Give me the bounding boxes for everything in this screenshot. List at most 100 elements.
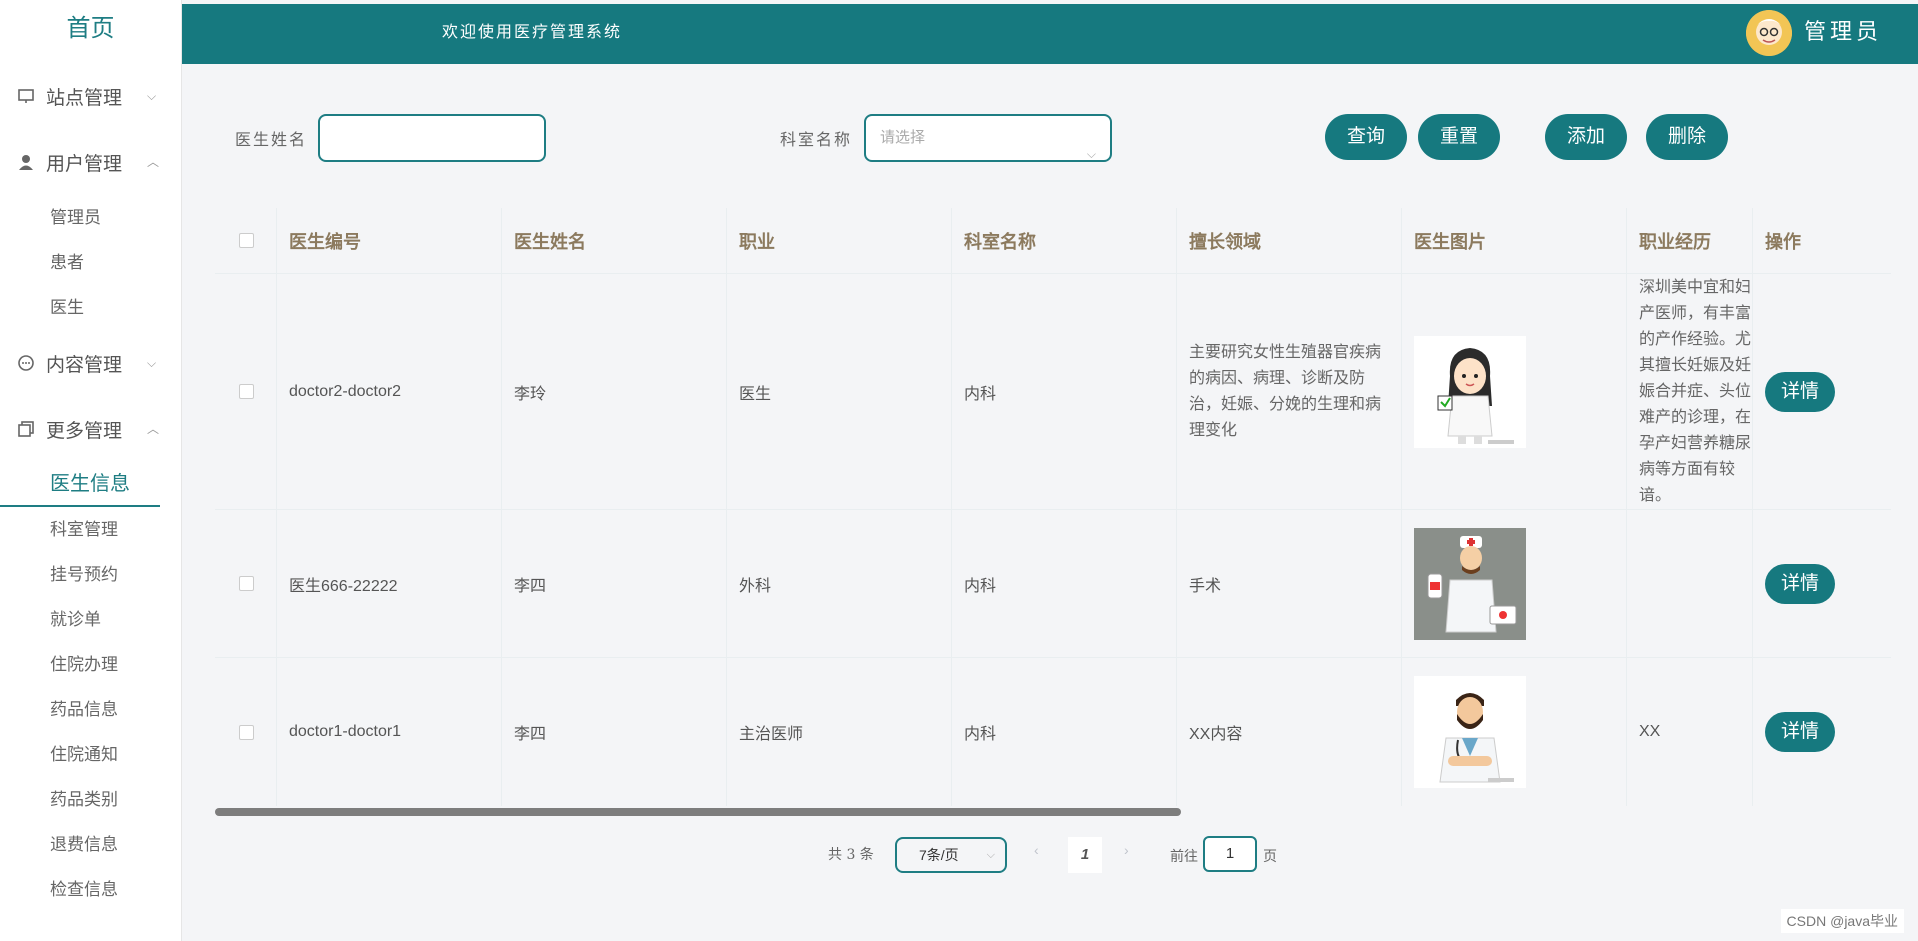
reset-button[interactable]: 重置 bbox=[1418, 114, 1500, 160]
sidebar: 首页 站点管理 ⌵ 用户管理 ︿ 管理员 患者 医生 内容管理 ⌵ 更多管理 ︿… bbox=[0, 0, 182, 941]
select-all-checkbox[interactable] bbox=[239, 233, 254, 248]
header-cell[interactable]: 职业 bbox=[727, 208, 952, 273]
watermark: CSDN @java毕业 bbox=[1780, 909, 1904, 933]
cell-doctor-id: 医生666-22222 bbox=[277, 510, 502, 657]
cell-job: 主治医师 bbox=[727, 658, 952, 806]
table-row: doctor2-doctor2 李玲 医生 内科 主要研究女性生殖器官疾病的病因… bbox=[215, 274, 1891, 510]
sidebar-item-visit[interactable]: 就诊单 bbox=[0, 597, 181, 642]
experience-text: 深圳美中宜和妇产医师，有丰富的产作经验。尤其擅长妊娠及妊娠合并症、头位难产的诊理… bbox=[1639, 278, 1752, 504]
cell-experience: XX bbox=[1627, 658, 1753, 806]
sidebar-item-admission-notice[interactable]: 住院通知 bbox=[0, 732, 181, 777]
chevron-up-icon: ︿ bbox=[147, 422, 160, 436]
header-cell[interactable]: 职业经历 bbox=[1627, 208, 1753, 273]
table-row: doctor1-doctor1 李四 主治医师 内科 XX内容 XX 详情 bbox=[215, 658, 1891, 806]
cell-experience bbox=[1627, 510, 1753, 657]
dept-placeholder: 请选择 bbox=[880, 129, 926, 146]
sidebar-group-site[interactable]: 站点管理 ⌵ bbox=[0, 63, 181, 129]
sidebar-item-registration[interactable]: 挂号预约 bbox=[0, 552, 181, 597]
cell-job: 医生 bbox=[727, 274, 952, 509]
cell-action: 详情 bbox=[1753, 274, 1891, 509]
chat-icon bbox=[16, 353, 36, 373]
cell-action: 详情 bbox=[1753, 658, 1891, 806]
sidebar-item-doctor[interactable]: 医生 bbox=[0, 285, 181, 330]
doctor-photo-female[interactable] bbox=[1414, 335, 1526, 448]
sidebar-item-admin[interactable]: 管理员 bbox=[0, 195, 181, 240]
dept-select[interactable]: 请选择 ⌵ bbox=[864, 114, 1112, 162]
detail-button[interactable]: 详情 bbox=[1765, 371, 1835, 412]
row-checkbox[interactable] bbox=[239, 384, 254, 399]
page-size-select[interactable]: 7条/页 ⌵ bbox=[895, 837, 1007, 873]
sidebar-item-exam[interactable]: 检查信息 bbox=[0, 867, 181, 912]
header-cell[interactable]: 科室名称 bbox=[952, 208, 1177, 273]
user-name[interactable]: 管理员 bbox=[1804, 4, 1882, 62]
sidebar-group-content[interactable]: 内容管理 ⌵ bbox=[0, 330, 181, 396]
goto-label: 前往 bbox=[1170, 849, 1198, 865]
chevron-up-icon: ︿ bbox=[147, 155, 160, 169]
sidebar-group-users[interactable]: 用户管理 ︿ bbox=[0, 129, 181, 195]
copy-icon bbox=[16, 419, 36, 439]
chevron-down-icon: ⌵ bbox=[147, 356, 157, 370]
header-cell: 操作 bbox=[1765, 231, 1801, 252]
avatar[interactable] bbox=[1746, 10, 1792, 56]
sidebar-home[interactable]: 首页 bbox=[0, 0, 181, 60]
doctor-photo-male[interactable] bbox=[1414, 527, 1526, 640]
table-horizontal-scrollbar[interactable] bbox=[215, 808, 1181, 816]
cell-dept: 内科 bbox=[952, 274, 1177, 509]
page-unit-label: 页 bbox=[1263, 849, 1277, 865]
sidebar-item-doctor-info[interactable]: 医生信息 bbox=[0, 462, 160, 507]
cell-specialty: 主要研究女性生殖器官疾病的病因、病理、诊断及防治，妊娠、分娩的生理和病理变化 bbox=[1177, 274, 1402, 509]
sidebar-item-dept[interactable]: 科室管理 bbox=[0, 507, 181, 552]
add-button[interactable]: 添加 bbox=[1545, 114, 1627, 160]
cell-specialty: XX内容 bbox=[1177, 658, 1402, 806]
cell-photo bbox=[1402, 274, 1627, 509]
cell-job: 外科 bbox=[727, 510, 952, 657]
cell-doctor-name: 李玲 bbox=[502, 274, 727, 509]
header-cell[interactable]: 医生图片 bbox=[1402, 208, 1627, 273]
cell-action: 详情 bbox=[1753, 510, 1891, 657]
header-cell[interactable]: 医生编号 bbox=[277, 208, 502, 273]
cell-specialty: 手术 bbox=[1177, 510, 1402, 657]
sidebar-item-refund[interactable]: 退费信息 bbox=[0, 822, 181, 867]
row-select-cell bbox=[215, 658, 277, 806]
sidebar-group-label: 更多管理 bbox=[46, 420, 123, 442]
monitor-icon bbox=[16, 86, 36, 106]
delete-button[interactable]: 删除 bbox=[1646, 114, 1728, 160]
table-header-row: 医生编号 医生姓名 职业 科室名称 擅长领域 医生图片 职业经历 操作 bbox=[215, 208, 1891, 274]
cell-doctor-name: 李四 bbox=[502, 510, 727, 657]
sidebar-group-label: 内容管理 bbox=[46, 354, 123, 376]
cell-doctor-id: doctor2-doctor2 bbox=[277, 274, 502, 509]
cell-dept: 内科 bbox=[952, 510, 1177, 657]
app: 首页 站点管理 ⌵ 用户管理 ︿ 管理员 患者 医生 内容管理 ⌵ 更多管理 ︿… bbox=[0, 0, 1918, 941]
chevron-down-icon: ⌵ bbox=[1086, 147, 1096, 161]
row-checkbox[interactable] bbox=[239, 576, 254, 591]
header-cell[interactable]: 医生姓名 bbox=[502, 208, 727, 273]
cell-doctor-name: 李四 bbox=[502, 658, 727, 806]
row-checkbox[interactable] bbox=[239, 724, 254, 740]
sidebar-item-admission[interactable]: 住院办理 bbox=[0, 642, 181, 687]
current-page[interactable]: 1 bbox=[1068, 837, 1102, 873]
sidebar-group-more[interactable]: 更多管理 ︿ bbox=[0, 396, 181, 462]
user-icon bbox=[16, 152, 36, 172]
detail-button[interactable]: 详情 bbox=[1765, 712, 1835, 752]
table-row: 医生666-22222 李四 外科 内科 手术 详情 bbox=[215, 510, 1891, 658]
sidebar-group-label: 用户管理 bbox=[46, 153, 123, 175]
query-button[interactable]: 查询 bbox=[1325, 114, 1407, 160]
cell-dept: 内科 bbox=[952, 658, 1177, 806]
doctor-name-label: 医生姓名 bbox=[235, 130, 308, 149]
goto-page-input[interactable]: 1 bbox=[1203, 836, 1257, 872]
sidebar-item-patient[interactable]: 患者 bbox=[0, 240, 181, 285]
cell-photo bbox=[1402, 658, 1627, 806]
doctor-name-input[interactable] bbox=[318, 114, 546, 162]
next-page-icon[interactable]: › bbox=[1124, 842, 1129, 858]
cell-doctor-id: doctor1-doctor1 bbox=[277, 658, 502, 806]
row-select-cell bbox=[215, 274, 277, 509]
sidebar-item-drug-info[interactable]: 药品信息 bbox=[0, 687, 181, 732]
dept-label: 科室名称 bbox=[780, 130, 853, 149]
page-size-value: 7条/页 bbox=[919, 847, 959, 863]
chevron-down-icon: ⌵ bbox=[986, 849, 995, 861]
sidebar-item-drug-category[interactable]: 药品类别 bbox=[0, 777, 181, 822]
doctor-photo-bearded[interactable] bbox=[1414, 676, 1526, 788]
prev-page-icon[interactable]: ‹ bbox=[1034, 842, 1039, 858]
detail-button[interactable]: 详情 bbox=[1765, 563, 1835, 604]
header-cell[interactable]: 擅长领域 bbox=[1177, 208, 1402, 273]
